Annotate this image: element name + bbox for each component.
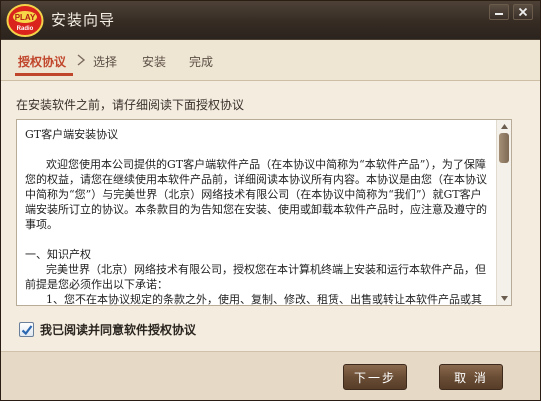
logo-text-radio: Radio: [17, 26, 34, 32]
cancel-button[interactable]: 取 消: [439, 364, 503, 390]
steps-bar: 授权协议 选择 安装 完成: [1, 39, 540, 81]
installer-window: PLAY Radio 安装向导 授权协议 选择 安装 完成 在安装软件之前，请仔…: [0, 0, 541, 401]
agree-label: 我已阅读并同意软件授权协议: [40, 323, 197, 337]
title-bar[interactable]: PLAY Radio 安装向导: [1, 1, 540, 39]
app-logo: PLAY Radio: [6, 4, 44, 37]
checkmark-icon: [21, 324, 32, 335]
minimize-icon: [495, 13, 503, 15]
active-step-indicator: [15, 73, 73, 76]
close-icon: [518, 7, 528, 17]
license-textbox[interactable]: GT客户端安装协议 欢迎您使用本公司提供的GT客户端软件产品（在本协议中简称为“…: [16, 119, 512, 306]
bottom-bar: 下一步 取 消: [1, 351, 540, 400]
chevron-up-icon: [501, 124, 508, 129]
window-title: 安装向导: [51, 11, 116, 29]
scroll-up-button[interactable]: [499, 122, 510, 131]
step-license: 授权协议: [18, 55, 67, 69]
step-install: 安装: [142, 55, 167, 69]
scrollbar-thumb[interactable]: [499, 133, 509, 163]
intro-text: 在安装软件之前，请仔细阅读下面授权协议: [16, 98, 245, 112]
close-button[interactable]: [513, 4, 533, 20]
chevron-right-icon: [77, 54, 86, 66]
step-finish: 完成: [189, 55, 214, 69]
vertical-scrollbar[interactable]: [496, 120, 511, 305]
next-button[interactable]: 下一步: [343, 364, 407, 390]
license-text: GT客户端安装协议 欢迎您使用本公司提供的GT客户端软件产品（在本协议中简称为“…: [25, 128, 487, 306]
agree-checkbox-row[interactable]: 我已阅读并同意软件授权协议: [19, 321, 196, 338]
minimize-button[interactable]: [489, 4, 509, 20]
logo-text-play: PLAY: [15, 13, 36, 22]
chevron-down-icon: [501, 296, 508, 301]
scroll-down-button[interactable]: [499, 294, 510, 303]
step-select: 选择: [93, 55, 118, 69]
agree-checkbox[interactable]: [19, 322, 34, 337]
